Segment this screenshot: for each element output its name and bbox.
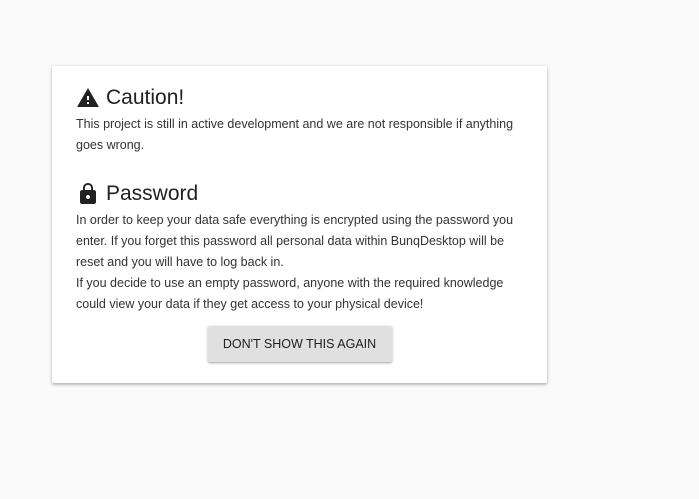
page: Caution! This project is still in active… bbox=[0, 0, 699, 499]
password-heading: Password bbox=[76, 180, 523, 206]
password-title: Password bbox=[106, 182, 199, 205]
caution-heading: Caution! bbox=[76, 84, 523, 110]
caution-text: This project is still in active developm… bbox=[76, 117, 514, 152]
warning-icon bbox=[76, 86, 100, 110]
password-text-1: In order to keep your data safe everythi… bbox=[76, 213, 514, 269]
password-text-2: If you decide to use an empty password, … bbox=[76, 276, 504, 311]
button-row: DON'T SHOW THIS AGAIN bbox=[76, 326, 523, 362]
dont-show-again-button[interactable]: DON'T SHOW THIS AGAIN bbox=[207, 326, 392, 362]
caution-title: Caution! bbox=[106, 86, 185, 109]
lock-icon bbox=[76, 182, 100, 206]
notice-card: Caution! This project is still in active… bbox=[52, 66, 547, 383]
